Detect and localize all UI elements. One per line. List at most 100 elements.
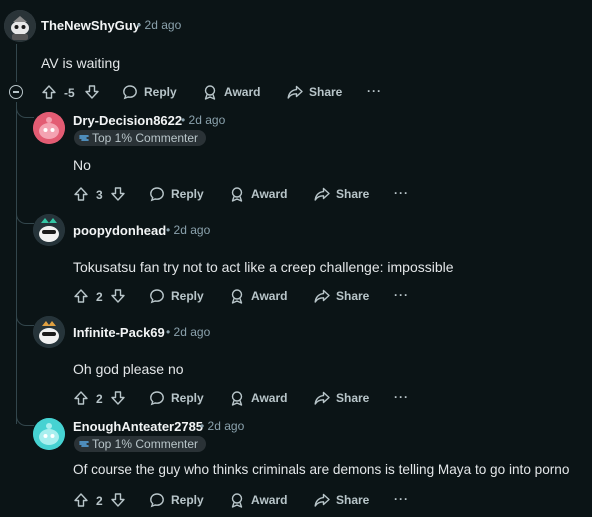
share-button[interactable]: Share [314, 390, 369, 406]
speech-bubble-icon [150, 289, 164, 304]
separator-dot: • [200, 419, 208, 433]
share-button[interactable]: Share [287, 84, 342, 100]
speech-bubble-icon [150, 391, 164, 406]
share-arrow-icon [314, 187, 330, 201]
vote-count: 2 [96, 290, 103, 304]
share-arrow-icon [314, 289, 330, 303]
arrow-up-icon [74, 289, 88, 303]
comment-body: Oh god please no [73, 361, 184, 377]
separator-dot: • [166, 325, 174, 339]
award-button[interactable]: Award [202, 84, 260, 100]
award-ribbon-icon [231, 391, 243, 406]
top-commenter-icon [79, 441, 89, 447]
reply-label: Reply [144, 85, 177, 99]
collapse-minus-icon [13, 91, 19, 93]
avatar[interactable] [33, 418, 65, 450]
downvote-button[interactable] [110, 492, 126, 508]
snoo-avatar-icon [33, 112, 65, 144]
upvote-button[interactable] [41, 84, 57, 100]
share-label: Share [309, 85, 343, 99]
vote-count: -5 [64, 86, 75, 100]
timestamp: • 2d ago [200, 419, 244, 433]
more-options-button[interactable]: ··· [367, 84, 382, 98]
arrow-down-icon [111, 391, 125, 405]
downvote-button[interactable] [110, 186, 126, 202]
vote-count: 3 [96, 188, 103, 202]
thread-line-main[interactable] [16, 102, 17, 424]
timestamp-text: 2d ago [207, 419, 245, 433]
reply-button[interactable]: Reply [149, 492, 204, 508]
more-options-button[interactable]: ··· [394, 288, 409, 302]
award-button[interactable]: Award [229, 288, 287, 304]
arrow-up-icon [74, 493, 88, 507]
timestamp-text: 2d ago [173, 223, 211, 237]
award-label: Award [251, 187, 288, 201]
more-options-button[interactable]: ··· [394, 186, 409, 200]
snoo-avatar-icon [33, 418, 65, 450]
thread-line-parent[interactable] [16, 44, 17, 82]
username[interactable]: TheNewShyGuy [41, 18, 140, 33]
downvote-button[interactable] [84, 84, 100, 100]
share-button[interactable]: Share [314, 186, 369, 202]
award-ribbon-icon [231, 493, 243, 508]
arrow-down-icon [111, 493, 125, 507]
username[interactable]: Infinite-Pack69 [73, 325, 165, 340]
share-label: Share [336, 493, 370, 507]
award-label: Award [224, 85, 261, 99]
arrow-down-icon [85, 85, 99, 99]
timestamp: • 2d ago [166, 223, 210, 237]
collapse-button[interactable] [9, 85, 23, 99]
award-button[interactable]: Award [229, 186, 287, 202]
share-arrow-icon [287, 85, 303, 99]
award-label: Award [251, 391, 288, 405]
comment-body: No [73, 157, 91, 173]
speech-bubble-icon [123, 85, 137, 100]
downvote-button[interactable] [110, 288, 126, 304]
reply-label: Reply [171, 187, 204, 201]
downvote-button[interactable] [110, 390, 126, 406]
more-options-button[interactable]: ··· [394, 390, 409, 404]
arrow-up-icon [42, 85, 56, 99]
flair-text: Top 1% Commenter [92, 131, 199, 145]
avatar[interactable] [33, 316, 65, 348]
share-button[interactable]: Share [314, 288, 369, 304]
award-button[interactable]: Award [229, 492, 287, 508]
award-ribbon-icon [231, 187, 243, 202]
reply-button[interactable]: Reply [122, 84, 177, 100]
reply-button[interactable]: Reply [149, 288, 204, 304]
timestamp-text: 2d ago [188, 113, 226, 127]
reply-button[interactable]: Reply [149, 390, 204, 406]
upvote-button[interactable] [73, 186, 89, 202]
separator-dot: • [137, 18, 145, 32]
share-label: Share [336, 289, 370, 303]
flair-text: Top 1% Commenter [92, 437, 199, 451]
more-options-button[interactable]: ··· [394, 492, 409, 506]
avatar[interactable] [33, 112, 65, 144]
timestamp: • 2d ago [181, 113, 225, 127]
upvote-button[interactable] [73, 492, 89, 508]
reply-button[interactable]: Reply [149, 186, 204, 202]
upvote-button[interactable] [73, 390, 89, 406]
snoo-avatar-icon [33, 316, 65, 348]
share-arrow-icon [314, 391, 330, 405]
reply-label: Reply [171, 391, 204, 405]
vote-count: 2 [96, 494, 103, 508]
username[interactable]: poopydonhead [73, 223, 166, 238]
speech-bubble-icon [150, 187, 164, 202]
avatar[interactable] [4, 10, 36, 42]
user-flair: Top 1% Commenter [74, 436, 207, 452]
award-button[interactable]: Award [229, 390, 287, 406]
upvote-button[interactable] [73, 288, 89, 304]
user-flair: Top 1% Commenter [74, 130, 207, 146]
avatar[interactable] [33, 214, 65, 246]
comment-body: Tokusatsu fan try not to act like a cree… [73, 259, 454, 275]
award-label: Award [251, 493, 288, 507]
username[interactable]: EnoughAnteater2785 [73, 419, 203, 434]
timestamp-text: 2d ago [173, 325, 211, 339]
username[interactable]: Dry-Decision8622 [73, 113, 182, 128]
top-commenter-icon [79, 135, 89, 141]
share-button[interactable]: Share [314, 492, 369, 508]
thread-curve [16, 102, 34, 118]
separator-dot: • [181, 113, 189, 127]
separator-dot: • [166, 223, 174, 237]
